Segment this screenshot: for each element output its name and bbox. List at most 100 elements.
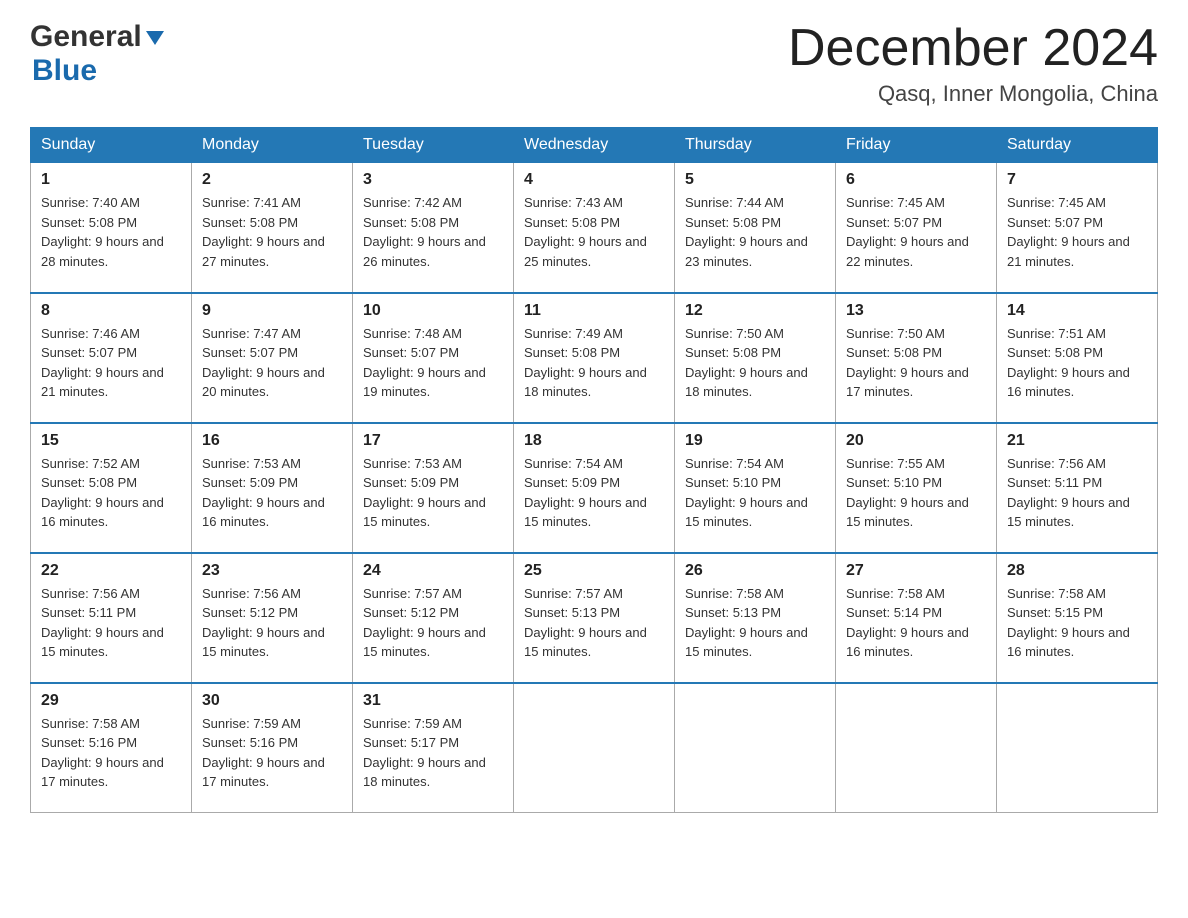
calendar-table: SundayMondayTuesdayWednesdayThursdayFrid… xyxy=(30,127,1158,813)
calendar-cell: 21 Sunrise: 7:56 AMSunset: 5:11 PMDayligh… xyxy=(997,423,1158,553)
week-row-1: 1 Sunrise: 7:40 AMSunset: 5:08 PMDaylight… xyxy=(31,163,1158,293)
calendar-cell: 12 Sunrise: 7:50 AMSunset: 5:08 PMDayligh… xyxy=(675,293,836,423)
calendar-cell: 17 Sunrise: 7:53 AMSunset: 5:09 PMDayligh… xyxy=(353,423,514,553)
location-subtitle: Qasq, Inner Mongolia, China xyxy=(788,81,1158,107)
calendar-cell: 6 Sunrise: 7:45 AMSunset: 5:07 PMDaylight… xyxy=(836,163,997,293)
calendar-cell: 24 Sunrise: 7:57 AMSunset: 5:12 PMDayligh… xyxy=(353,553,514,683)
day-number: 24 xyxy=(363,562,503,580)
day-info: Sunrise: 7:51 AMSunset: 5:08 PMDaylight:… xyxy=(1007,324,1147,402)
day-info: Sunrise: 7:57 AMSunset: 5:12 PMDaylight:… xyxy=(363,584,503,662)
calendar-cell xyxy=(836,683,997,813)
calendar-cell: 7Sunrise: 7:45 AMSunset: 5:07 PMDaylight… xyxy=(997,163,1158,293)
day-number: 17 xyxy=(363,432,503,450)
week-row-4: 22 Sunrise: 7:56 AMSunset: 5:11 PMDayligh… xyxy=(31,553,1158,683)
day-number: 22 xyxy=(41,562,181,580)
calendar-cell: 30Sunrise: 7:59 AMSunset: 5:16 PMDayligh… xyxy=(192,683,353,813)
day-info: Sunrise: 7:59 AMSunset: 5:16 PMDaylight:… xyxy=(202,714,342,792)
day-number: 21 xyxy=(1007,432,1147,450)
calendar-cell: 2Sunrise: 7:41 AMSunset: 5:08 PMDaylight… xyxy=(192,163,353,293)
day-info: Sunrise: 7:48 AMSunset: 5:07 PMDaylight:… xyxy=(363,324,503,402)
day-info: Sunrise: 7:50 AMSunset: 5:08 PMDaylight:… xyxy=(685,324,825,402)
week-row-5: 29Sunrise: 7:58 AMSunset: 5:16 PMDayligh… xyxy=(31,683,1158,813)
calendar-cell xyxy=(514,683,675,813)
logo-general-text: General xyxy=(30,20,142,54)
calendar-cell: 13 Sunrise: 7:50 AMSunset: 5:08 PMDayligh… xyxy=(836,293,997,423)
day-number: 18 xyxy=(524,432,664,450)
day-info: Sunrise: 7:42 AMSunset: 5:08 PMDaylight:… xyxy=(363,193,503,271)
day-info: Sunrise: 7:54 AMSunset: 5:10 PMDaylight:… xyxy=(685,454,825,532)
calendar-cell: 18 Sunrise: 7:54 AMSunset: 5:09 PMDayligh… xyxy=(514,423,675,553)
logo: General Blue xyxy=(30,20,164,88)
calendar-cell: 4 Sunrise: 7:43 AMSunset: 5:08 PMDaylight… xyxy=(514,163,675,293)
calendar-cell xyxy=(997,683,1158,813)
day-number: 11 xyxy=(524,302,664,320)
day-number: 4 xyxy=(524,171,664,189)
weekday-header-wednesday: Wednesday xyxy=(514,128,675,163)
day-info: Sunrise: 7:47 AMSunset: 5:07 PMDaylight:… xyxy=(202,324,342,402)
day-info: Sunrise: 7:58 AMSunset: 5:15 PMDaylight:… xyxy=(1007,584,1147,662)
day-info: Sunrise: 7:58 AMSunset: 5:13 PMDaylight:… xyxy=(685,584,825,662)
day-number: 9 xyxy=(202,302,342,320)
day-info: Sunrise: 7:40 AMSunset: 5:08 PMDaylight:… xyxy=(41,193,181,271)
day-number: 31 xyxy=(363,692,503,710)
day-info: Sunrise: 7:50 AMSunset: 5:08 PMDaylight:… xyxy=(846,324,986,402)
page-header: General Blue December 2024 Qasq, Inner M… xyxy=(30,20,1158,107)
day-number: 19 xyxy=(685,432,825,450)
weekday-header-saturday: Saturday xyxy=(997,128,1158,163)
day-info: Sunrise: 7:53 AMSunset: 5:09 PMDaylight:… xyxy=(363,454,503,532)
day-info: Sunrise: 7:56 AMSunset: 5:12 PMDaylight:… xyxy=(202,584,342,662)
week-row-2: 8Sunrise: 7:46 AMSunset: 5:07 PMDaylight… xyxy=(31,293,1158,423)
day-info: Sunrise: 7:59 AMSunset: 5:17 PMDaylight:… xyxy=(363,714,503,792)
day-info: Sunrise: 7:45 AMSunset: 5:07 PMDaylight:… xyxy=(846,193,986,271)
calendar-cell: 26 Sunrise: 7:58 AMSunset: 5:13 PMDayligh… xyxy=(675,553,836,683)
day-info: Sunrise: 7:52 AMSunset: 5:08 PMDaylight:… xyxy=(41,454,181,532)
day-info: Sunrise: 7:41 AMSunset: 5:08 PMDaylight:… xyxy=(202,193,342,271)
calendar-cell: 31 Sunrise: 7:59 AMSunset: 5:17 PMDayligh… xyxy=(353,683,514,813)
day-number: 16 xyxy=(202,432,342,450)
logo-triangle-icon xyxy=(146,31,164,45)
calendar-cell: 16Sunrise: 7:53 AMSunset: 5:09 PMDayligh… xyxy=(192,423,353,553)
calendar-cell: 5Sunrise: 7:44 AMSunset: 5:08 PMDaylight… xyxy=(675,163,836,293)
calendar-cell: 10 Sunrise: 7:48 AMSunset: 5:07 PMDayligh… xyxy=(353,293,514,423)
calendar-cell: 1 Sunrise: 7:40 AMSunset: 5:08 PMDaylight… xyxy=(31,163,192,293)
day-number: 7 xyxy=(1007,171,1147,189)
day-number: 5 xyxy=(685,171,825,189)
week-row-3: 15Sunrise: 7:52 AMSunset: 5:08 PMDayligh… xyxy=(31,423,1158,553)
calendar-cell: 29Sunrise: 7:58 AMSunset: 5:16 PMDayligh… xyxy=(31,683,192,813)
calendar-cell xyxy=(675,683,836,813)
day-number: 6 xyxy=(846,171,986,189)
weekday-header-thursday: Thursday xyxy=(675,128,836,163)
day-number: 3 xyxy=(363,171,503,189)
day-info: Sunrise: 7:55 AMSunset: 5:10 PMDaylight:… xyxy=(846,454,986,532)
day-number: 10 xyxy=(363,302,503,320)
calendar-cell: 22 Sunrise: 7:56 AMSunset: 5:11 PMDayligh… xyxy=(31,553,192,683)
day-info: Sunrise: 7:46 AMSunset: 5:07 PMDaylight:… xyxy=(41,324,181,402)
weekday-header-row: SundayMondayTuesdayWednesdayThursdayFrid… xyxy=(31,128,1158,163)
day-number: 23 xyxy=(202,562,342,580)
day-info: Sunrise: 7:54 AMSunset: 5:09 PMDaylight:… xyxy=(524,454,664,532)
day-number: 14 xyxy=(1007,302,1147,320)
calendar-cell: 14 Sunrise: 7:51 AMSunset: 5:08 PMDayligh… xyxy=(997,293,1158,423)
day-number: 28 xyxy=(1007,562,1147,580)
day-info: Sunrise: 7:43 AMSunset: 5:08 PMDaylight:… xyxy=(524,193,664,271)
calendar-cell: 19 Sunrise: 7:54 AMSunset: 5:10 PMDayligh… xyxy=(675,423,836,553)
weekday-header-friday: Friday xyxy=(836,128,997,163)
calendar-cell: 8Sunrise: 7:46 AMSunset: 5:07 PMDaylight… xyxy=(31,293,192,423)
day-info: Sunrise: 7:56 AMSunset: 5:11 PMDaylight:… xyxy=(1007,454,1147,532)
day-info: Sunrise: 7:57 AMSunset: 5:13 PMDaylight:… xyxy=(524,584,664,662)
weekday-header-sunday: Sunday xyxy=(31,128,192,163)
calendar-cell: 9 Sunrise: 7:47 AMSunset: 5:07 PMDaylight… xyxy=(192,293,353,423)
title-area: December 2024 Qasq, Inner Mongolia, Chin… xyxy=(788,20,1158,107)
calendar-cell: 28 Sunrise: 7:58 AMSunset: 5:15 PMDayligh… xyxy=(997,553,1158,683)
day-number: 12 xyxy=(685,302,825,320)
month-title: December 2024 xyxy=(788,20,1158,77)
day-number: 13 xyxy=(846,302,986,320)
weekday-header-tuesday: Tuesday xyxy=(353,128,514,163)
calendar-cell: 27Sunrise: 7:58 AMSunset: 5:14 PMDayligh… xyxy=(836,553,997,683)
day-number: 26 xyxy=(685,562,825,580)
day-info: Sunrise: 7:58 AMSunset: 5:16 PMDaylight:… xyxy=(41,714,181,792)
calendar-cell: 25Sunrise: 7:57 AMSunset: 5:13 PMDayligh… xyxy=(514,553,675,683)
day-number: 1 xyxy=(41,171,181,189)
day-info: Sunrise: 7:56 AMSunset: 5:11 PMDaylight:… xyxy=(41,584,181,662)
weekday-header-monday: Monday xyxy=(192,128,353,163)
